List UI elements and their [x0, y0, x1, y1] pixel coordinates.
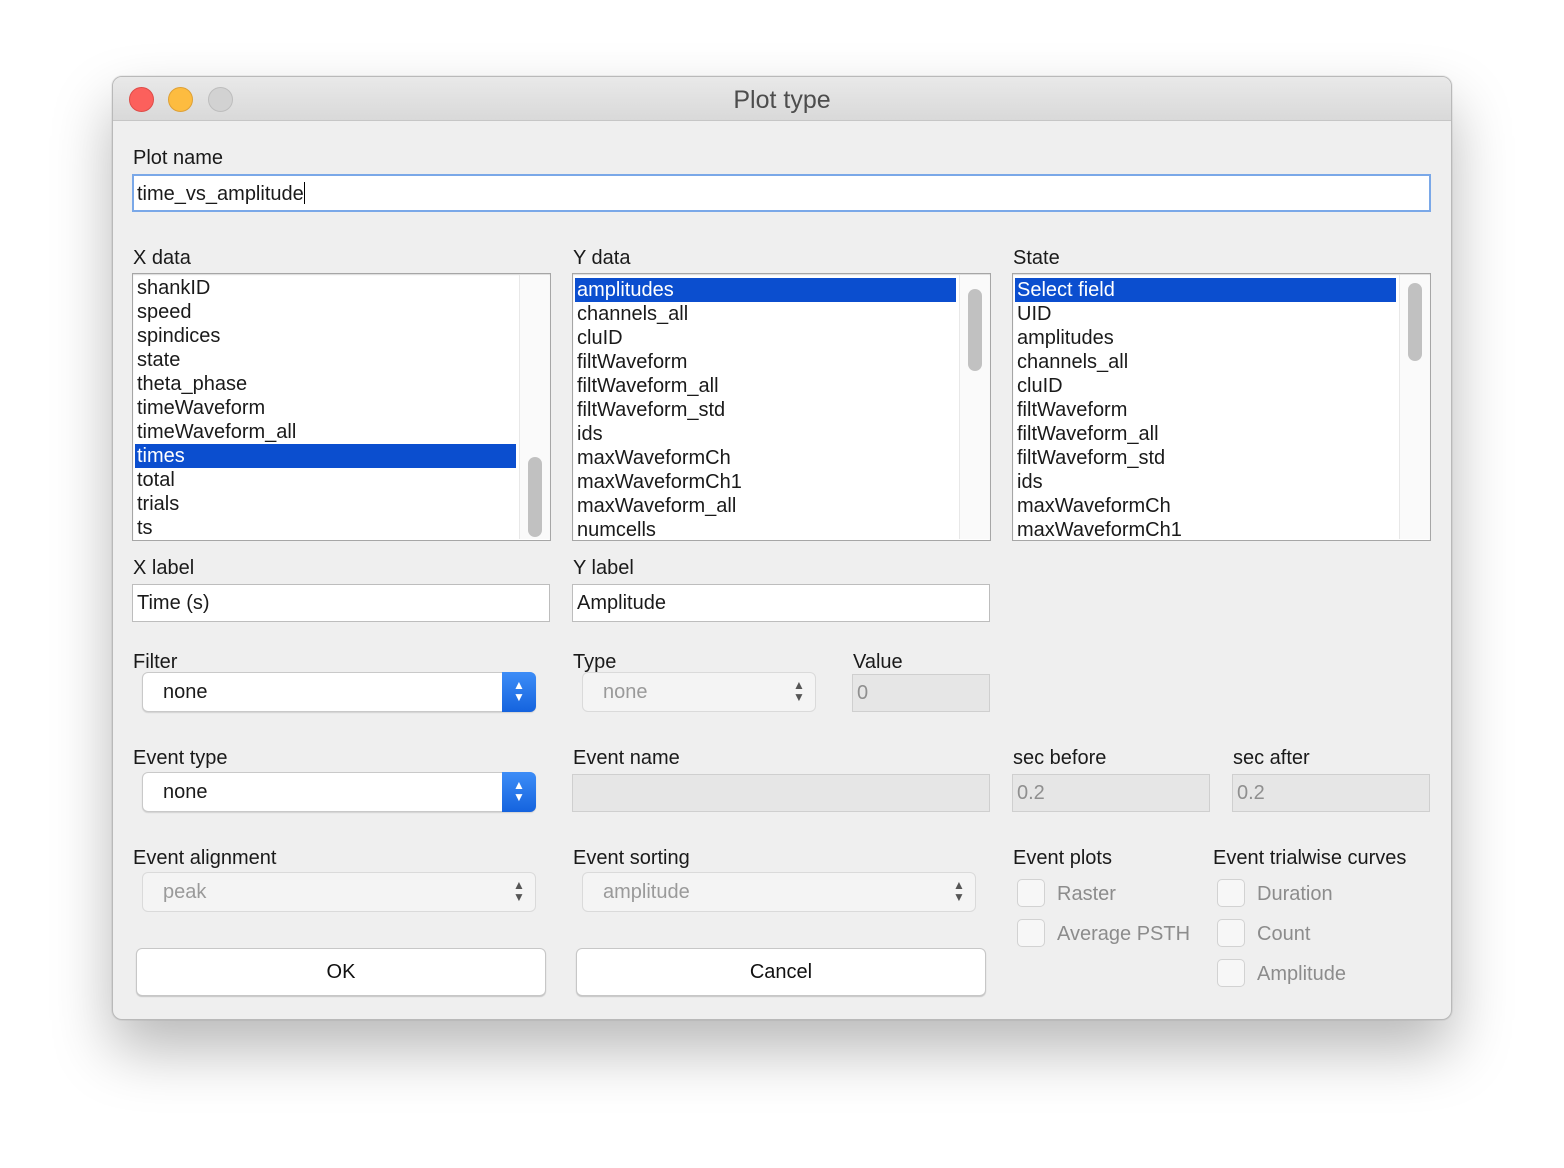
event-sorting-label: Event sorting [573, 847, 690, 869]
chevron-up-down-icon: ▲ ▼ [793, 678, 805, 704]
value-label: Value [853, 651, 903, 673]
event-type-select[interactable]: none ▲ ▼ [142, 772, 536, 812]
y-data-list-item[interactable]: filtWaveform_all [575, 374, 956, 398]
x-label-input[interactable]: Time (s) [132, 584, 550, 622]
sec-before-input[interactable]: 0.2 [1012, 774, 1210, 812]
y-data-label: Y data [573, 247, 631, 269]
y-data-list-item[interactable]: filtWaveform [575, 350, 956, 374]
event-alignment-label: Event alignment [133, 847, 277, 869]
ok-button[interactable]: OK [136, 948, 546, 996]
state-list-item[interactable]: maxWaveformCh1 [1015, 518, 1396, 540]
x-data-list-item[interactable]: total [135, 468, 516, 492]
y-data-list-item[interactable]: channels_all [575, 302, 956, 326]
chevron-up-down-icon: ▲ ▼ [953, 878, 965, 904]
text-caret [303, 182, 305, 204]
x-data-list-item[interactable]: trials [135, 492, 516, 516]
y-data-list-item[interactable]: ids [575, 422, 956, 446]
state-list[interactable]: Select field UID amplitudes channels_all clu… [1012, 273, 1431, 541]
amplitude-checkbox-label: Amplitude [1257, 963, 1346, 985]
x-data-scrollbar[interactable] [519, 275, 549, 539]
state-list-item[interactable]: filtWaveform [1015, 398, 1396, 422]
state-list-item[interactable]: Select field [1015, 278, 1396, 302]
type-label: Type [573, 651, 617, 673]
y-data-list-item[interactable]: maxWaveform_all [575, 494, 956, 518]
plot-name-label: Plot name [133, 147, 224, 169]
x-data-list-item[interactable]: timeWaveform_all [135, 420, 516, 444]
state-list-item[interactable]: ids [1015, 470, 1396, 494]
event-plots-label: Event plots [1013, 847, 1112, 869]
x-data-list-item[interactable]: ts [135, 516, 516, 540]
state-list-item[interactable]: UID [1015, 302, 1396, 326]
state-scroll-thumb[interactable] [1408, 283, 1422, 361]
y-label-label: Y label [573, 557, 634, 579]
average-psth-checkbox-label: Average PSTH [1057, 923, 1191, 945]
amplitude-checkbox[interactable] [1217, 959, 1245, 987]
event-name-label: Event name [573, 747, 680, 769]
x-data-label: X data [133, 247, 191, 269]
plot-name-value: time_vs_amplitude [137, 183, 304, 205]
filter-select-value: none [163, 681, 208, 703]
y-data-scroll-thumb[interactable] [968, 289, 982, 371]
y-data-list-item[interactable]: amplitudes [575, 278, 956, 302]
state-scrollbar[interactable] [1399, 275, 1429, 539]
y-data-list-item[interactable]: maxWaveformCh1 [575, 470, 956, 494]
chevron-up-down-icon: ▲ ▼ [502, 672, 536, 712]
event-type-label: Event type [133, 747, 228, 769]
state-list-item[interactable]: amplitudes [1015, 326, 1396, 350]
type-select-value: none [603, 681, 648, 703]
title-bar[interactable]: Plot type [113, 77, 1451, 121]
chevron-up-down-icon: ▲ ▼ [502, 772, 536, 812]
x-data-list-item[interactable]: speed [135, 300, 516, 324]
event-sorting-select[interactable]: amplitude ▲ ▼ [582, 872, 976, 912]
y-data-list[interactable]: amplitudes channels_all cluID filtWaveform f… [572, 273, 991, 541]
count-checkbox-label: Count [1257, 923, 1311, 945]
event-alignment-select-value: peak [163, 881, 207, 903]
x-label-label: X label [133, 557, 195, 579]
filter-label: Filter [133, 651, 178, 673]
y-data-list-item[interactable]: maxWaveformCh [575, 446, 956, 470]
duration-checkbox[interactable] [1217, 879, 1245, 907]
event-trialwise-label: Event trialwise curves [1213, 847, 1407, 869]
state-list-item[interactable]: maxWaveformCh [1015, 494, 1396, 518]
x-data-list-item[interactable]: theta_phase [135, 372, 516, 396]
window-title: Plot type [733, 86, 831, 114]
y-data-list-item[interactable]: filtWaveform_std [575, 398, 956, 422]
y-data-list-item[interactable]: cluID [575, 326, 956, 350]
x-data-list-item[interactable]: state [135, 348, 516, 372]
event-type-select-value: none [163, 781, 208, 803]
x-data-list-item[interactable]: spindices [135, 324, 516, 348]
event-alignment-select[interactable]: peak ▲ ▼ [142, 872, 536, 912]
event-sorting-select-value: amplitude [603, 881, 690, 903]
sec-before-label: sec before [1013, 747, 1107, 769]
state-label: State [1013, 247, 1060, 269]
plot-type-dialog: Plot type Plot name time_vs_amplitude X … [112, 76, 1452, 1020]
x-data-list[interactable]: shankID speed spindices state theta_phase tim… [132, 273, 551, 541]
y-data-list-item[interactable]: numcells [575, 518, 956, 540]
x-data-list-item[interactable]: times [135, 444, 516, 468]
event-name-input[interactable] [572, 774, 990, 812]
duration-checkbox-label: Duration [1257, 883, 1333, 905]
cancel-button[interactable]: Cancel [576, 948, 986, 996]
raster-checkbox-label: Raster [1057, 883, 1116, 905]
x-data-list-item[interactable]: shankID [135, 276, 516, 300]
y-data-scrollbar[interactable] [959, 275, 989, 539]
state-list-item[interactable]: cluID [1015, 374, 1396, 398]
sec-after-label: sec after [1233, 747, 1310, 769]
y-label-input[interactable]: Amplitude [572, 584, 990, 622]
raster-checkbox[interactable] [1017, 879, 1045, 907]
state-list-item[interactable]: filtWaveform_std [1015, 446, 1396, 470]
x-data-scroll-thumb[interactable] [528, 457, 542, 537]
count-checkbox[interactable] [1217, 919, 1245, 947]
plot-name-input[interactable]: time_vs_amplitude [132, 174, 1431, 212]
x-data-list-item[interactable]: timeWaveform [135, 396, 516, 420]
value-input[interactable]: 0 [852, 674, 990, 712]
sec-after-input[interactable]: 0.2 [1232, 774, 1430, 812]
filter-select[interactable]: none ▲ ▼ [142, 672, 536, 712]
chevron-up-down-icon: ▲ ▼ [513, 878, 525, 904]
type-select[interactable]: none ▲ ▼ [582, 672, 816, 712]
average-psth-checkbox[interactable] [1017, 919, 1045, 947]
state-list-item[interactable]: channels_all [1015, 350, 1396, 374]
state-list-item[interactable]: filtWaveform_all [1015, 422, 1396, 446]
